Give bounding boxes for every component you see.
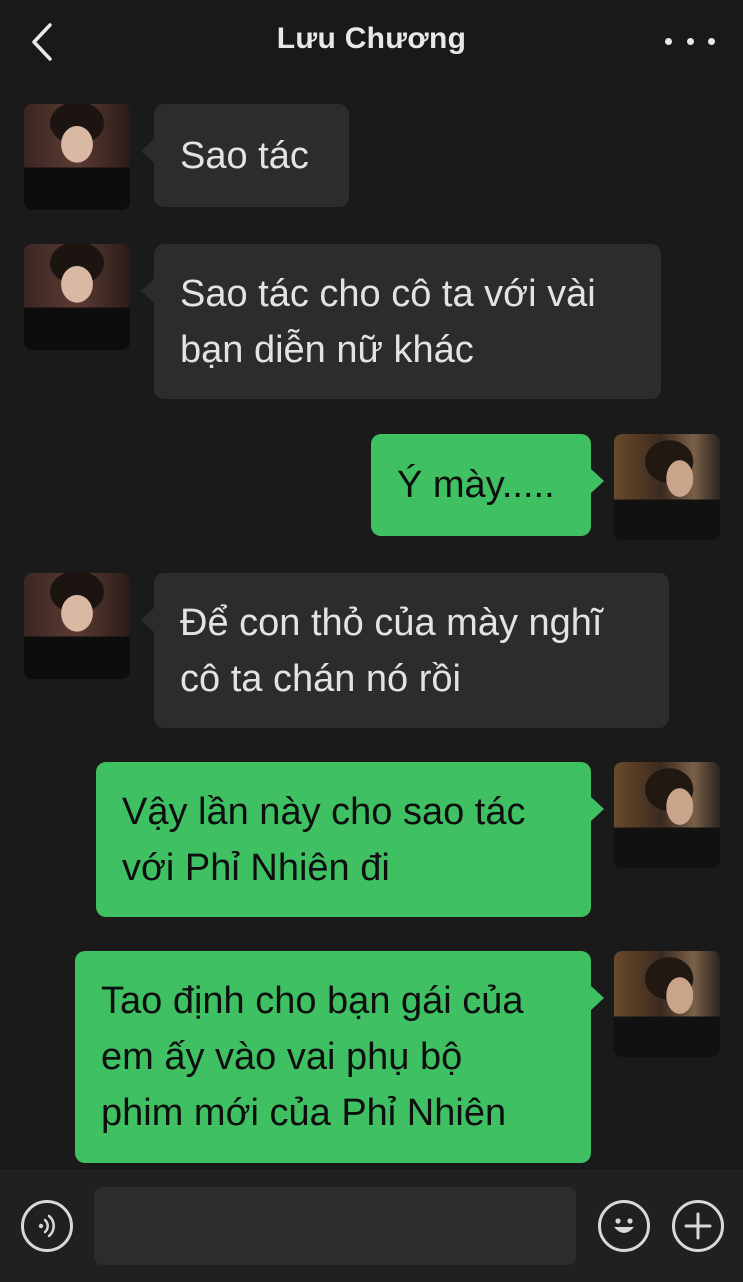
- message-input[interactable]: [94, 1187, 576, 1265]
- message-text: Tao định cho bạn gái của em ấy vào vai p…: [101, 980, 524, 1134]
- message-text: Sao tác: [180, 134, 309, 177]
- contact-avatar[interactable]: [24, 573, 130, 679]
- message-text: Để con thỏ của mày nghĩ cô ta chán nó rồ…: [180, 601, 603, 700]
- more-button[interactable]: [665, 26, 715, 56]
- message-bubble[interactable]: Ý mày.....: [371, 434, 604, 536]
- top-bar: Lưu Chương: [0, 0, 743, 84]
- plus-icon: [684, 1212, 712, 1240]
- message-bubble[interactable]: Tao định cho bạn gái của em ấy vào vai p…: [75, 951, 604, 1163]
- message-bubble[interactable]: Sao tác: [141, 104, 349, 207]
- my-avatar[interactable]: [614, 434, 720, 540]
- emoji-icon: [614, 1218, 634, 1233]
- input-bar: [0, 1170, 743, 1282]
- chat-title: Lưu Chương: [276, 22, 467, 55]
- message-text: Sao tác cho cô ta với vài bạn diễn nữ kh…: [180, 272, 596, 371]
- add-button[interactable]: [672, 1200, 724, 1252]
- voice-icon: [38, 1214, 55, 1238]
- more-dots-icon: [665, 37, 672, 45]
- message-bubble[interactable]: Vậy lần này cho sao tác với Phỉ Nhiên đi: [96, 762, 604, 917]
- voice-button[interactable]: [21, 1200, 73, 1252]
- contact-avatar[interactable]: [24, 244, 130, 350]
- contact-avatar[interactable]: [24, 104, 130, 210]
- message-bubble[interactable]: Sao tác cho cô ta với vài bạn diễn nữ kh…: [141, 244, 661, 399]
- my-avatar[interactable]: [614, 762, 720, 868]
- message-text: Ý mày.....: [397, 464, 555, 506]
- message-bubble[interactable]: Để con thỏ của mày nghĩ cô ta chán nó rồ…: [141, 573, 669, 728]
- emoji-button[interactable]: [598, 1200, 650, 1252]
- my-avatar[interactable]: [614, 951, 720, 1057]
- message-text: Vậy lần này cho sao tác với Phỉ Nhiên đi: [122, 790, 526, 889]
